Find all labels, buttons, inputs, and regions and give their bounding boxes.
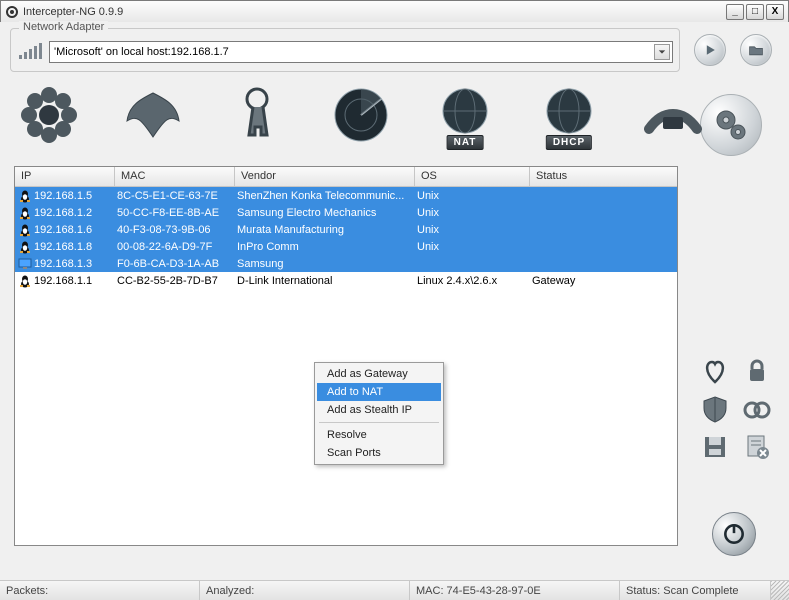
save-icon[interactable]: [698, 430, 732, 464]
nat-mode-icon[interactable]: NAT: [430, 80, 500, 150]
cell-os: Unix: [415, 240, 530, 254]
cell-os: Unix: [415, 189, 530, 203]
col-ip[interactable]: IP: [15, 167, 115, 186]
cell-vendor: Murata Manufacturing: [235, 223, 415, 237]
cell-ip: 192.168.1.5: [34, 190, 92, 202]
ctx-add-as-stealth-ip[interactable]: Add as Stealth IP: [317, 401, 441, 419]
col-mac[interactable]: MAC: [115, 167, 235, 186]
ctx-add-to-nat[interactable]: Add to NAT: [317, 383, 441, 401]
cell-status: [530, 246, 677, 248]
cell-os: [415, 263, 530, 265]
minimize-button[interactable]: _: [726, 4, 744, 20]
cell-mac: 00-08-22-6A-D9-7F: [115, 240, 235, 254]
heartbleed-icon[interactable]: [698, 354, 732, 388]
penguin-icon: [17, 206, 33, 220]
cell-status: [530, 212, 677, 214]
col-vendor[interactable]: Vendor: [235, 167, 415, 186]
cell-ip: 192.168.1.2: [34, 207, 92, 219]
table-row[interactable]: 192.168.1.5 8C-C5-E1-CE-63-7EShenZhen Kon…: [15, 187, 677, 204]
side-tools: [694, 354, 778, 464]
cell-status: [530, 229, 677, 231]
settings-button[interactable]: [700, 94, 762, 156]
col-os[interactable]: OS: [415, 167, 530, 186]
penguin-icon: [17, 274, 33, 288]
clear-log-icon[interactable]: [740, 430, 774, 464]
table-row[interactable]: 192.168.1.6 40-F3-08-73-9B-06Murata Manuf…: [15, 221, 677, 238]
maximize-button[interactable]: □: [746, 4, 764, 20]
cell-mac: 8C-C5-E1-CE-63-7E: [115, 189, 235, 203]
cell-vendor: Samsung: [235, 257, 415, 271]
cell-vendor: D-Link International: [235, 274, 415, 288]
open-folder-button[interactable]: [740, 34, 772, 66]
cell-vendor: Samsung Electro Mechanics: [235, 206, 415, 220]
table-row[interactable]: 192.168.1.3 F0-6B-CA-D3-1A-ABSamsung: [15, 255, 677, 272]
window-title: Intercepter-NG 0.9.9: [23, 6, 724, 18]
status-packets: Packets:: [0, 581, 200, 600]
hosts-table: IP MAC Vendor OS Status 192.168.1.5 8C-C5…: [14, 166, 678, 546]
cell-status: Gateway: [530, 274, 677, 288]
shield-icon[interactable]: [698, 392, 732, 426]
radar-mode-icon[interactable]: [326, 80, 396, 150]
status-analyzed: Analyzed:: [200, 581, 410, 600]
cell-status: [530, 195, 677, 197]
status-scan: Status: Scan Complete: [620, 581, 771, 600]
handcuffs-icon[interactable]: [740, 392, 774, 426]
dhcp-mode-icon[interactable]: DHCP: [534, 80, 604, 150]
ctx-resolve[interactable]: Resolve: [317, 426, 441, 444]
play-button[interactable]: [694, 34, 726, 66]
resize-grip[interactable]: [771, 581, 789, 600]
network-adapter-group: Network Adapter 'Microsoft' on local hos…: [10, 28, 680, 72]
monitor-icon: [17, 257, 33, 271]
adapter-select-value: 'Microsoft' on local host:192.168.1.7: [54, 46, 229, 58]
signal-icon: [17, 42, 45, 62]
cell-ip: 192.168.1.8: [34, 241, 92, 253]
penguin-icon: [17, 240, 33, 254]
adapter-group-label: Network Adapter: [19, 21, 108, 33]
power-button[interactable]: [712, 512, 756, 556]
table-row[interactable]: 192.168.1.2 50-CC-F8-EE-8B-AESamsung Elec…: [15, 204, 677, 221]
cell-ip: 192.168.1.6: [34, 224, 92, 236]
table-row[interactable]: 192.168.1.8 00-08-22-6A-D9-7FInPro CommUn…: [15, 238, 677, 255]
titlebar: Intercepter-NG 0.9.9 _ □ X: [1, 1, 788, 23]
context-menu: Add as Gateway Add to NAT Add as Stealth…: [314, 362, 444, 465]
col-status[interactable]: Status: [530, 167, 677, 186]
eagle-mode-icon[interactable]: [118, 80, 188, 150]
app-icon: [5, 5, 19, 19]
table-body: 192.168.1.5 8C-C5-E1-CE-63-7EShenZhen Kon…: [15, 187, 677, 289]
cell-os: Unix: [415, 223, 530, 237]
cell-mac: CC-B2-55-2B-7D-B7: [115, 274, 235, 288]
penguin-icon: [17, 223, 33, 237]
ctx-scan-ports[interactable]: Scan Ports: [317, 444, 441, 462]
table-header: IP MAC Vendor OS Status: [15, 167, 677, 187]
ctx-add-as-gateway[interactable]: Add as Gateway: [317, 365, 441, 383]
cell-ip: 192.168.1.3: [34, 258, 92, 270]
dhcp-badge: DHCP: [546, 135, 592, 150]
table-row[interactable]: 192.168.1.1 CC-B2-55-2B-7D-B7D-Link Inter…: [15, 272, 677, 289]
icq-mode-icon[interactable]: [14, 80, 84, 150]
cell-vendor: InPro Comm: [235, 240, 415, 254]
status-bar: Packets: Analyzed: MAC: 74-E5-43-28-97-0…: [0, 580, 789, 600]
status-mac: MAC: 74-E5-43-28-97-0E: [410, 581, 620, 600]
cell-mac: F0-6B-CA-D3-1A-AB: [115, 257, 235, 271]
cell-mac: 40-F3-08-73-9B-06: [115, 223, 235, 237]
cell-vendor: ShenZhen Konka Telecommunic...: [235, 189, 415, 203]
cell-os: Linux 2.4.x\2.6.x: [415, 274, 530, 288]
nat-badge: NAT: [447, 135, 484, 150]
cell-os: Unix: [415, 206, 530, 220]
cable-mode-icon[interactable]: [638, 80, 708, 150]
ctx-separator: [319, 422, 439, 423]
lock-icon[interactable]: [740, 354, 774, 388]
cell-mac: 50-CC-F8-EE-8B-AE: [115, 206, 235, 220]
mode-toolbar: NAT DHCP: [14, 80, 708, 150]
penguin-icon: [17, 189, 33, 203]
adapter-select[interactable]: 'Microsoft' on local host:192.168.1.7: [49, 41, 673, 63]
chevron-down-icon[interactable]: [654, 44, 670, 60]
close-button[interactable]: X: [766, 4, 784, 20]
cell-status: [530, 263, 677, 265]
cell-ip: 192.168.1.1: [34, 275, 92, 287]
keys-mode-icon[interactable]: [222, 80, 292, 150]
